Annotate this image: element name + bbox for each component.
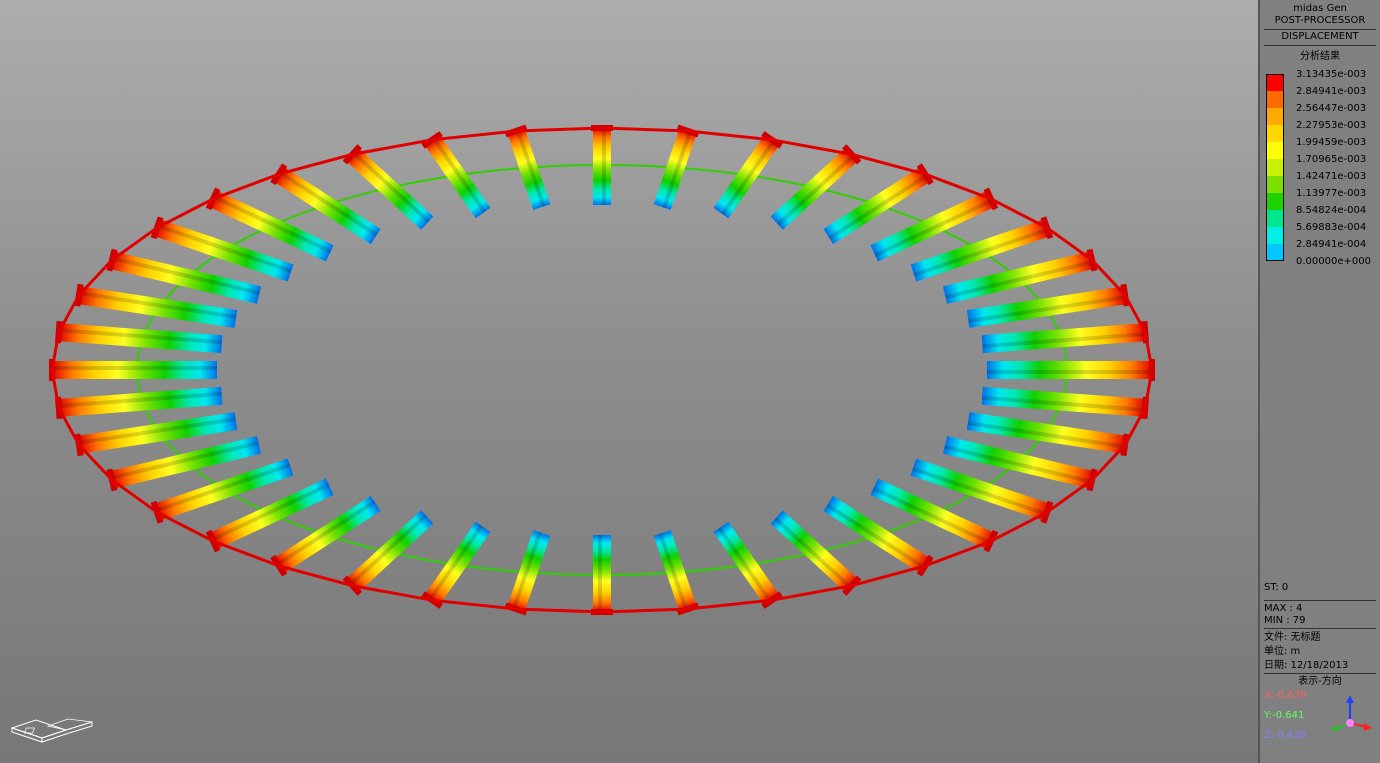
radial-beam[interactable]	[421, 131, 492, 219]
legend-value: 1.70965e-003	[1296, 154, 1367, 165]
view-z-value: Z: 0.438	[1264, 730, 1307, 741]
legend-frame	[1266, 74, 1284, 261]
axis-triad-icon	[1332, 695, 1372, 731]
app-title: midas Gen	[1293, 3, 1347, 14]
radial-beam[interactable]	[504, 529, 553, 616]
result-title: 分析结果	[1300, 51, 1340, 62]
divider	[1264, 29, 1376, 30]
radial-beam[interactable]	[712, 521, 783, 609]
radial-beam[interactable]	[591, 535, 613, 615]
radial-beam[interactable]	[421, 521, 492, 609]
legend-value: 2.84941e-004	[1296, 239, 1367, 250]
legend-value: 3.13435e-003	[1296, 69, 1367, 80]
date-label: 日期: 12/18/2013	[1264, 660, 1349, 671]
divider	[1264, 628, 1376, 629]
view-y-value: Y:-0.641	[1264, 710, 1305, 721]
radial-beam[interactable]	[652, 529, 700, 616]
radial-beam[interactable]	[591, 125, 613, 205]
file-label: 文件: 无标题	[1264, 632, 1321, 643]
step-label: ST: 0	[1264, 582, 1289, 593]
radial-beam[interactable]	[987, 359, 1155, 381]
result-type-label: DISPLACEMENT	[1281, 31, 1359, 42]
legend-value: 2.84941e-003	[1296, 86, 1367, 97]
divider	[1264, 673, 1376, 674]
view-direction-label: 表示-方向	[1298, 676, 1342, 687]
divider	[1264, 600, 1376, 601]
view-cube-icon[interactable]	[8, 718, 98, 752]
legend-value: 2.27953e-003	[1296, 120, 1367, 131]
legend-value: 1.99459e-003	[1296, 137, 1367, 148]
legend-value: 0.00000e+000	[1296, 256, 1371, 267]
radial-beam[interactable]	[652, 124, 700, 211]
radial-beam[interactable]	[712, 131, 783, 219]
ring-structure-model	[49, 124, 1155, 616]
legend-value: 1.42471e-003	[1296, 171, 1367, 182]
view-x-value: X:-0.630	[1264, 690, 1307, 701]
divider	[1264, 45, 1376, 46]
radial-beam[interactable]	[49, 359, 217, 381]
min-label: MIN : 79	[1264, 615, 1306, 626]
legend-value: 2.56447e-003	[1296, 103, 1367, 114]
legend-value: 1.13977e-003	[1296, 188, 1367, 199]
post-processor-label: POST-PROCESSOR	[1274, 15, 1366, 26]
max-label: MAX : 4	[1264, 603, 1303, 614]
legend-value: 8.54824e-004	[1296, 205, 1367, 216]
model-viewport[interactable]	[0, 0, 1258, 763]
radial-beam[interactable]	[504, 124, 553, 211]
unit-label: 单位: m	[1264, 646, 1301, 657]
legend-value: 5.69883e-004	[1296, 222, 1367, 233]
legend-panel: midas Gen POST-PROCESSOR DISPLACEMENT 分析…	[1258, 0, 1380, 763]
